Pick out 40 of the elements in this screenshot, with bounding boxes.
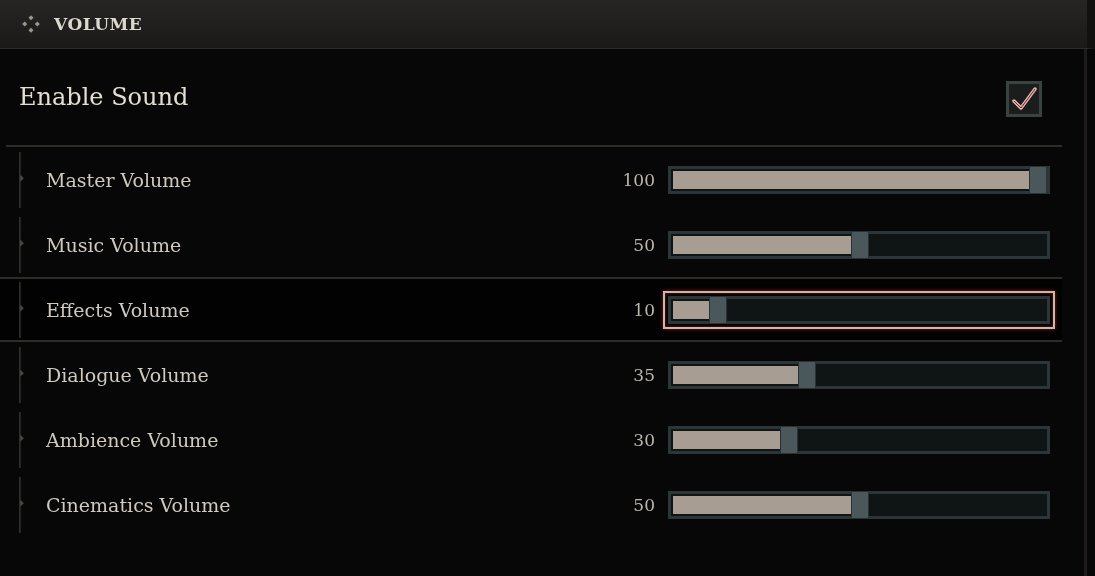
row-marker-icon — [18, 216, 26, 273]
setting-label: Effects Volume — [46, 298, 191, 321]
setting-row[interactable]: Master Volume 100 — [0, 147, 1062, 212]
diamond-cluster-icon — [22, 15, 40, 33]
value-reading: 50 — [633, 494, 655, 515]
setting-row[interactable]: Cinematics Volume 50 — [0, 472, 1062, 537]
section-title: VOLUME — [54, 14, 143, 34]
selected-row[interactable]: Effects Volume 10 — [0, 277, 1062, 342]
volume-slider[interactable] — [668, 295, 1050, 324]
value-reading: 30 — [633, 429, 655, 450]
enable-sound-checkbox[interactable] — [1006, 81, 1042, 117]
slider-thumb[interactable] — [779, 425, 798, 454]
setting-row[interactable]: Music Volume 50 — [0, 212, 1062, 277]
row-marker-icon — [18, 411, 26, 468]
volume-slider[interactable] — [668, 425, 1050, 454]
setting-label: Cinematics Volume — [46, 493, 232, 516]
row-marker-icon — [18, 151, 26, 208]
row-marker-icon — [18, 346, 26, 403]
setting-label: Music Volume — [46, 233, 183, 256]
slider-thumb[interactable] — [851, 230, 869, 259]
setting-label: Ambience Volume — [46, 428, 220, 451]
value-reading: 100 — [622, 169, 655, 190]
volume-slider[interactable] — [668, 165, 1050, 194]
value-reading: 35 — [633, 364, 655, 385]
setting-row[interactable]: Ambience Volume 30 — [0, 407, 1062, 472]
volume-slider[interactable] — [668, 230, 1050, 259]
volume-slider[interactable] — [668, 360, 1050, 389]
slider-thumb[interactable] — [797, 360, 816, 389]
value-reading: 50 — [633, 234, 655, 255]
setting-row[interactable]: Dialogue Volume 35 — [0, 342, 1062, 407]
slider-thumb[interactable] — [1029, 165, 1047, 194]
slider-thumb[interactable] — [851, 490, 869, 519]
setting-label: Master Volume — [46, 168, 193, 191]
setting-label: Enable Sound — [19, 83, 189, 111]
value-reading: 10 — [633, 299, 655, 320]
setting-label: Dialogue Volume — [46, 363, 210, 386]
row-marker-icon — [18, 476, 26, 533]
slider-thumb[interactable] — [708, 295, 727, 324]
volume-slider[interactable] — [668, 490, 1050, 519]
row-marker-icon — [18, 281, 26, 338]
